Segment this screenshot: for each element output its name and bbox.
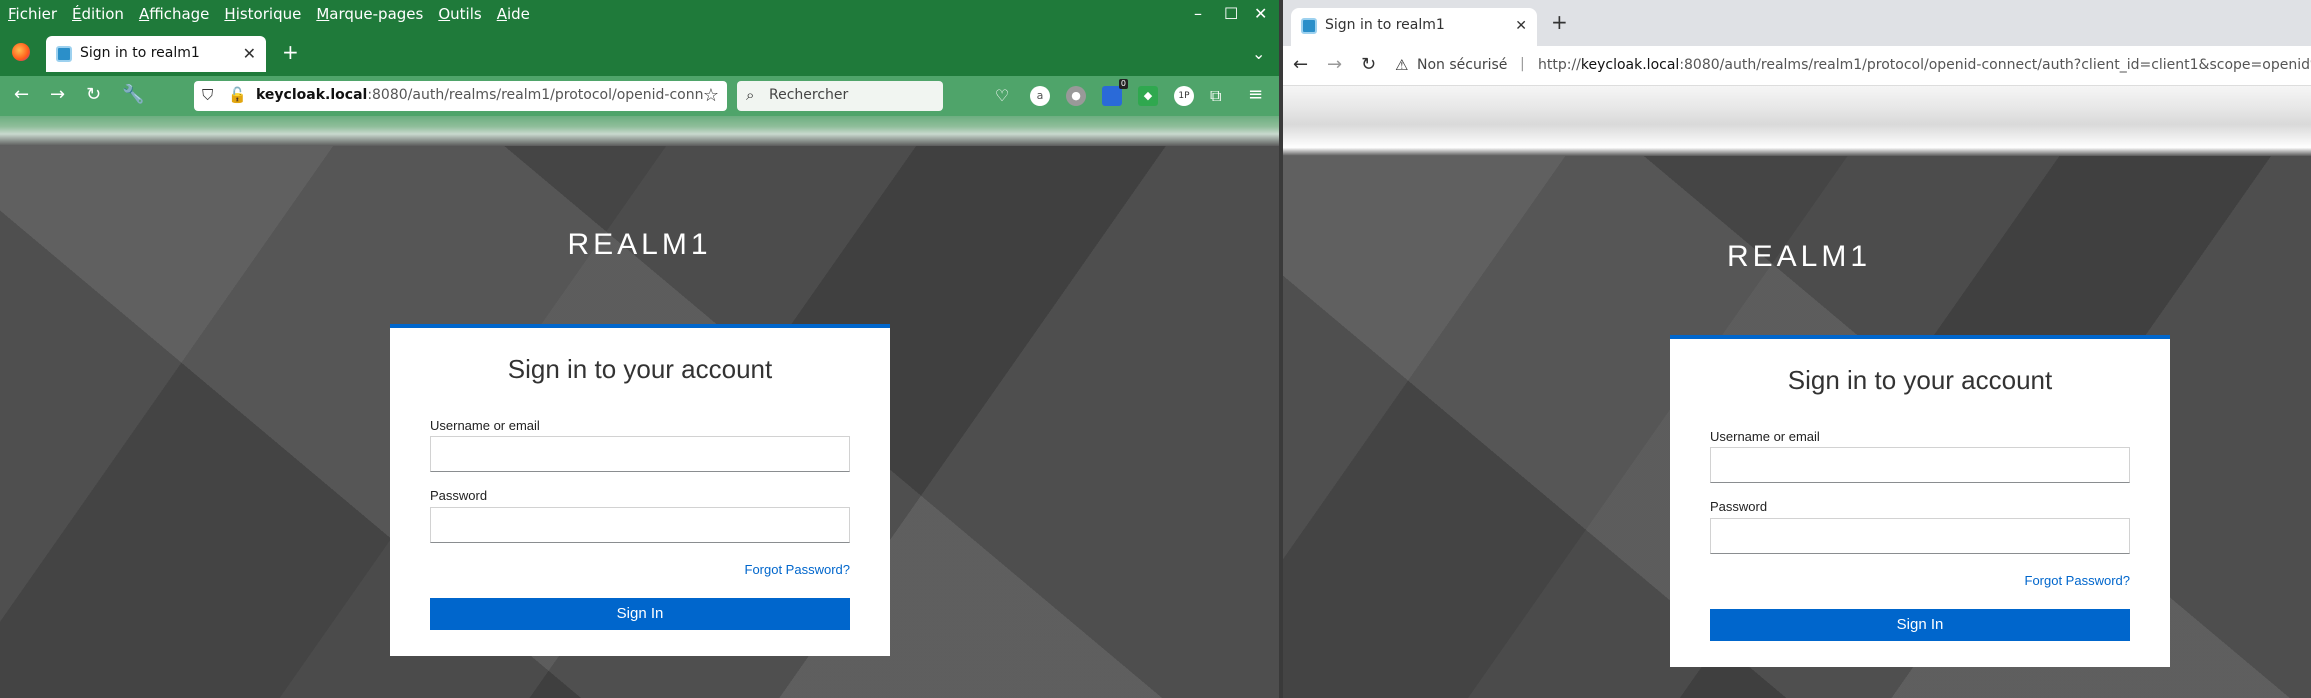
warning-icon[interactable]: ⚠	[1395, 56, 1408, 74]
search-box[interactable]: ⌕ Rechercher	[737, 81, 943, 111]
bookmark-star-icon[interactable]: ☆	[703, 85, 719, 106]
firefox-window: Fichier Édition Affichage Historique Mar…	[0, 0, 1279, 698]
rendering-artifact	[0, 116, 1279, 146]
tab-title: Sign in to realm1	[1325, 17, 1445, 33]
menu-marque-pages[interactable]: Marque-pages	[316, 5, 423, 23]
extension-gray-icon[interactable]: ●	[1066, 86, 1086, 106]
search-icon: ⌕	[746, 86, 755, 104]
login-card: Sign in to your account Username or emai…	[1670, 335, 2170, 667]
password-label: Password	[1710, 499, 1768, 514]
sign-in-button[interactable]: Sign In	[430, 598, 850, 630]
menu-items: Fichier Édition Affichage Historique Mar…	[8, 5, 545, 23]
extension-green-icon[interactable]: ◆	[1138, 86, 1158, 106]
forgot-password-link[interactable]: Forgot Password?	[745, 562, 851, 577]
security-label[interactable]: Non sécurisé	[1417, 57, 1507, 73]
new-tab-icon[interactable]: +	[282, 40, 299, 64]
tab-sign-in[interactable]: Sign in to realm1 ✕	[1291, 8, 1537, 46]
forward-icon[interactable]: →	[1327, 54, 1342, 75]
lock-icon[interactable]: 🔓	[228, 86, 247, 104]
password-input[interactable]	[1710, 518, 2130, 554]
toolbar: ← → ↻ ⚠ Non sécurisé | http://keycloak.l…	[1283, 46, 2311, 86]
tab-title: Sign in to realm1	[80, 45, 200, 61]
reload-icon[interactable]: ↻	[1361, 54, 1376, 75]
keycloak-favicon-icon	[56, 46, 72, 62]
password-input[interactable]	[430, 507, 850, 543]
keycloak-login-page: REALM1 Sign in to your account Username …	[1283, 156, 2311, 698]
back-icon[interactable]: ←	[1293, 54, 1308, 75]
menu-affichage[interactable]: Affichage	[139, 5, 209, 23]
nav-bar: ← → ↻ 🔧 ⛉ 🔓 keycloak.local:8080/auth/rea…	[0, 76, 1279, 116]
rendering-artifact	[1283, 86, 2311, 156]
realm-title: REALM1	[567, 228, 712, 261]
realm-title: REALM1	[1726, 240, 1872, 273]
close-window-icon[interactable]: ✕	[1254, 4, 1267, 23]
badge-count: 0	[1118, 79, 1128, 89]
hamburger-menu-icon[interactable]: ≡	[1248, 84, 1263, 105]
wrench-icon[interactable]: 🔧	[122, 84, 144, 105]
search-placeholder: Rechercher	[769, 87, 849, 103]
reload-icon[interactable]: ↻	[86, 84, 101, 105]
tab-strip: Sign in to realm1 ✕ + ⌄	[0, 30, 1279, 76]
keycloak-favicon-icon	[1301, 18, 1317, 34]
menu-fichier[interactable]: Fichier	[8, 5, 57, 23]
menu-historique[interactable]: Historique	[224, 5, 301, 23]
url-text: http://keycloak.local:8080/auth/realms/r…	[1538, 57, 2311, 73]
tab-close-icon[interactable]: ✕	[1515, 18, 1527, 34]
back-icon[interactable]: ←	[14, 84, 29, 105]
tab-sign-in[interactable]: Sign in to realm1 ✕	[46, 36, 266, 72]
menu-outils[interactable]: Outils	[438, 5, 481, 23]
menu-bar: Fichier Édition Affichage Historique Mar…	[0, 0, 1279, 30]
login-heading: Sign in to your account	[1787, 365, 2053, 395]
keycloak-login-page: REALM1 Sign in to your account Username …	[0, 146, 1279, 698]
tab-close-icon[interactable]: ✕	[243, 44, 256, 63]
shield-icon[interactable]: ⛉	[202, 86, 213, 104]
separator: |	[1520, 56, 1525, 72]
forgot-password-link[interactable]: Forgot Password?	[2025, 573, 2131, 588]
maximize-icon[interactable]: ☐	[1224, 4, 1238, 23]
extension-a-icon[interactable]: a	[1030, 86, 1050, 106]
url-text: keycloak.local:8080/auth/realms/realm1/p…	[256, 87, 704, 103]
forward-icon[interactable]: →	[50, 84, 65, 105]
firefox-logo-icon[interactable]	[12, 43, 30, 61]
pocket-icon[interactable]: ♡	[992, 86, 1012, 106]
new-tab-icon[interactable]: +	[1551, 10, 1568, 34]
menu-edition[interactable]: Édition	[72, 5, 124, 23]
menu-aide[interactable]: Aide	[497, 5, 530, 23]
username-input[interactable]	[430, 436, 850, 472]
login-heading: Sign in to your account	[507, 354, 773, 384]
password-label: Password	[430, 488, 488, 503]
extension-badge-icon[interactable]: 0	[1102, 79, 1128, 106]
tab-list-chevron-icon[interactable]: ⌄	[1252, 44, 1265, 63]
extension-1p-icon[interactable]: 1P	[1174, 86, 1194, 106]
username-input[interactable]	[1710, 447, 2130, 483]
tab-strip: Sign in to realm1 ✕ +	[1283, 0, 2311, 46]
address-bar[interactable]: ⛉ 🔓 keycloak.local:8080/auth/realms/real…	[194, 81, 727, 111]
sign-in-button[interactable]: Sign In	[1710, 609, 2130, 641]
address-bar[interactable]: ⚠ Non sécurisé | http://keycloak.local:8…	[1395, 52, 2311, 80]
username-label: Username or email	[1710, 429, 1820, 444]
extensions-puzzle-icon[interactable]: ⧉	[1210, 86, 1221, 106]
username-label: Username or email	[430, 418, 540, 433]
chrome-window: Sign in to realm1 ✕ + ← → ↻ ⚠ Non sécuri…	[1279, 0, 2311, 698]
login-card: Sign in to your account Username or emai…	[390, 324, 890, 656]
minimize-icon[interactable]: –	[1194, 4, 1202, 23]
